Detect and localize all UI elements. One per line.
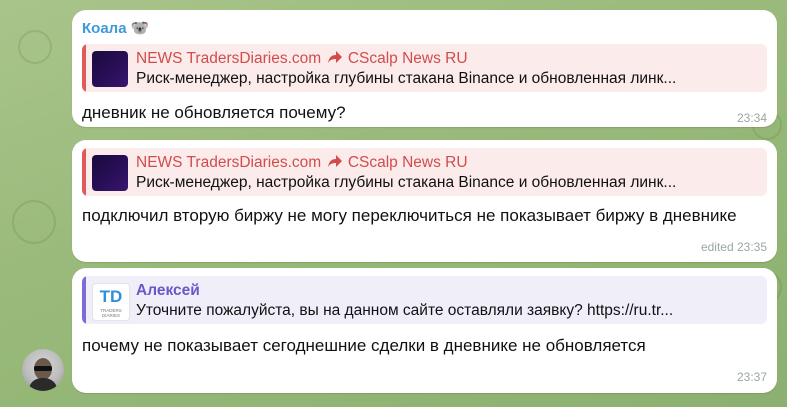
reply-channel: NEWS TradersDiaries.com xyxy=(136,154,322,171)
reply-title: NEWS TradersDiaries.com CScalp News RU xyxy=(136,50,468,68)
sender-name[interactable]: Коала 🐨 xyxy=(82,19,149,37)
reply-text: Риск-менеджер, настройка глубины стакана… xyxy=(136,70,677,87)
reply-text: Уточните пожалуйста, вы на данном сайте … xyxy=(136,302,674,319)
channel-thumbnail xyxy=(92,51,128,87)
reply-preview[interactable]: NEWS TradersDiaries.com CScalp News RU Р… xyxy=(82,148,767,196)
koala-emoji-icon: 🐨 xyxy=(130,20,150,37)
message-time: edited 23:35 xyxy=(700,240,767,254)
reply-title: NEWS TradersDiaries.com CScalp News RU xyxy=(136,154,468,172)
message-time: 23:34 xyxy=(736,111,767,125)
reply-text: Риск-менеджер, настройка глубины стакана… xyxy=(136,174,677,191)
reply-accent-bar xyxy=(82,44,86,92)
message-bubble[interactable]: NEWS TradersDiaries.com CScalp News RU Р… xyxy=(72,140,777,262)
reply-forwarded-from: CScalp News RU xyxy=(347,154,468,171)
user-avatar[interactable] xyxy=(22,349,64,391)
message-text: почему не показывает сегоднешние сделки … xyxy=(82,336,646,355)
reply-preview[interactable]: TD TRADERS DIARIES Алексей Уточните пожа… xyxy=(82,276,767,324)
forward-arrow-icon xyxy=(327,154,342,172)
reply-accent-bar xyxy=(82,276,86,324)
message-time: 23:37 xyxy=(736,370,767,384)
reply-forwarded-from: CScalp News RU xyxy=(347,50,468,67)
background-doodle xyxy=(12,200,56,244)
user-avatar-photo xyxy=(28,358,58,391)
reply-author: Алексей xyxy=(136,282,200,299)
forward-arrow-icon xyxy=(327,50,342,68)
message-bubble[interactable]: Коала 🐨 NEWS TradersDiaries.com CScalp Ne… xyxy=(72,10,777,127)
message-text: подключил вторую биржу не могу переключи… xyxy=(82,206,737,225)
logo-caption: TRADERS DIARIES xyxy=(100,308,122,318)
channel-thumbnail xyxy=(92,155,128,191)
traders-diaries-logo: TD TRADERS DIARIES xyxy=(92,283,130,321)
message-bubble[interactable]: TD TRADERS DIARIES Алексей Уточните пожа… xyxy=(72,268,777,393)
reply-channel: NEWS TradersDiaries.com xyxy=(136,50,322,67)
reply-preview[interactable]: NEWS TradersDiaries.com CScalp News RU Р… xyxy=(82,44,767,92)
logo-mark: TD xyxy=(99,287,123,306)
background-doodle xyxy=(18,30,52,64)
message-text: дневник не обновляется почему? xyxy=(82,103,346,122)
reply-accent-bar xyxy=(82,148,86,196)
